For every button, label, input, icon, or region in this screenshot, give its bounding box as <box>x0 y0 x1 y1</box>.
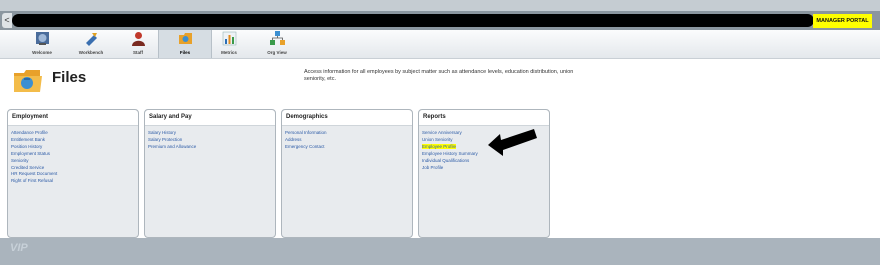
link-hr-request-document[interactable]: HR Request Document <box>11 171 138 178</box>
nav-label: Staff <box>133 50 143 55</box>
highlighted-link-label: Employee Profile <box>422 143 457 149</box>
panel-employment: Employment Attendance Profile Entitlemen… <box>7 109 139 238</box>
link-salary-history[interactable]: Salary History <box>148 130 275 137</box>
link-salary-protection[interactable]: Salary Protection <box>148 137 275 144</box>
files-folder-icon <box>14 70 42 92</box>
folder-icon <box>179 33 192 44</box>
panel-title: Reports <box>419 110 549 126</box>
link-right-of-first-refusal[interactable]: Right of First Refusal <box>11 178 138 185</box>
nav-label: Org View <box>267 50 287 55</box>
nav-workbench[interactable]: Workbench <box>65 30 117 58</box>
link-emergency-contact[interactable]: Emergency Contact <box>285 144 412 151</box>
link-entitlement-bank[interactable]: Entitlement Bank <box>11 137 138 144</box>
nav-label: Workbench <box>78 50 104 55</box>
link-position-history[interactable]: Position History <box>11 144 138 151</box>
globe-icon <box>36 32 49 45</box>
pointer-arrow-icon <box>488 129 537 156</box>
org-chart-icon <box>270 31 285 45</box>
nav-label: Metrics <box>221 50 237 55</box>
link-personal-information[interactable]: Personal Information <box>285 130 412 137</box>
link-premium-and-allowance[interactable]: Premium and Allowance <box>148 144 275 151</box>
panel-salary-and-pay: Salary and Pay Salary History Salary Pro… <box>144 109 276 238</box>
link-job-profile[interactable]: Job Profile <box>422 165 549 172</box>
nav-staff[interactable]: Staff <box>112 30 164 58</box>
vip-logo: VIP <box>10 242 28 254</box>
main-nav: Welcome Workbench Staff Files Metrics Or… <box>0 30 880 59</box>
manager-portal-badge[interactable]: MANAGER PORTAL <box>813 14 872 28</box>
panel-demographics: Demographics Personal Information Addres… <box>281 109 413 238</box>
link-attendance-profile[interactable]: Attendance Profile <box>11 130 138 137</box>
person-icon <box>132 32 145 46</box>
panel-title: Employment <box>8 110 138 126</box>
link-seniority[interactable]: Seniority <box>11 158 138 165</box>
nav-welcome[interactable]: Welcome <box>16 30 68 58</box>
nav-metrics[interactable]: Metrics <box>203 30 255 58</box>
chart-icon <box>222 31 237 46</box>
panel-title: Salary and Pay <box>145 110 275 126</box>
page-description: Access information for all employees by … <box>304 69 574 82</box>
panel-title: Demographics <box>282 110 412 126</box>
link-individual-qualifications[interactable]: Individual Qualifications <box>422 158 549 165</box>
page-title: Files <box>52 69 87 86</box>
link-address[interactable]: Address <box>285 137 412 144</box>
redacted-bar <box>12 14 814 27</box>
nav-label: Welcome <box>32 50 52 55</box>
collapse-tab[interactable]: < <box>2 13 12 28</box>
top-strip <box>0 0 880 11</box>
link-employment-status[interactable]: Employment Status <box>11 151 138 158</box>
footer-bar <box>0 238 880 265</box>
nav-org-view[interactable]: Org View <box>251 30 303 58</box>
tools-icon <box>86 33 97 46</box>
link-credited-service[interactable]: Credited Service <box>11 165 138 172</box>
